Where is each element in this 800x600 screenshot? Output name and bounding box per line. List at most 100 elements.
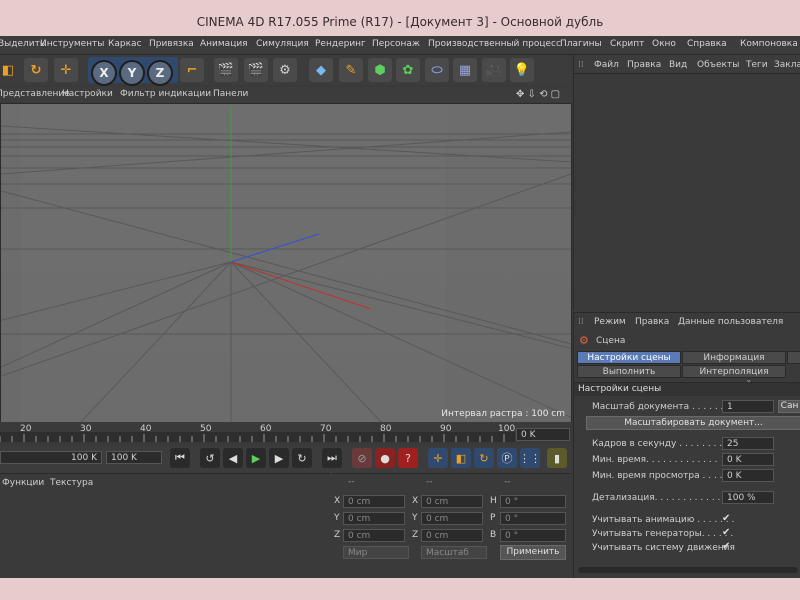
- axis-z-button[interactable]: Z: [147, 60, 173, 86]
- viewport-menu-options[interactable]: Настройки: [62, 89, 113, 99]
- menu-select[interactable]: Выделить: [0, 39, 45, 49]
- section-title: Настройки сцены: [578, 384, 662, 394]
- use-generators-checkbox[interactable]: ✔: [722, 527, 730, 538]
- record-keys-icon[interactable]: ⊘: [352, 448, 372, 468]
- render-settings-icon[interactable]: ⚙: [273, 58, 297, 82]
- timeline-ruler[interactable]: 20 30 40 50 60 70 80 90 100 0 K: [0, 422, 572, 444]
- tab-overflow[interactable]: [787, 351, 800, 364]
- use-motion-checkbox[interactable]: ✔: [722, 541, 730, 552]
- menu-layout[interactable]: Компоновка: [740, 39, 798, 49]
- cloner-icon[interactable]: ✿: [396, 58, 420, 82]
- tab-info[interactable]: Информация: [682, 351, 786, 364]
- use-animation-checkbox[interactable]: ✔: [722, 513, 730, 524]
- keyframe-selection-icon[interactable]: ?: [398, 448, 418, 468]
- menu-simulation[interactable]: Симуляция: [256, 39, 309, 49]
- size-y-field[interactable]: 0 cm: [421, 512, 483, 525]
- min-preview-field[interactable]: 0 K: [722, 469, 774, 482]
- attr-menu-userdata[interactable]: Данные пользователя: [678, 317, 783, 327]
- scheme-settings-icon[interactable]: ▮: [547, 448, 567, 468]
- apply-button[interactable]: Применить: [500, 545, 566, 560]
- floor-object-icon[interactable]: ▦: [453, 58, 477, 82]
- doc-scale-field[interactable]: 1: [722, 400, 774, 413]
- rot-h-field[interactable]: 0 °: [500, 495, 566, 508]
- menu-help[interactable]: Справка: [687, 39, 727, 49]
- objects-menu-edit[interactable]: Правка: [627, 60, 661, 70]
- key-rotation-icon[interactable]: ↻: [474, 448, 494, 468]
- pos-x-field[interactable]: 0 cm: [343, 495, 405, 508]
- rot-b-field[interactable]: 0 °: [500, 529, 566, 542]
- size-z-field[interactable]: 0 cm: [421, 529, 483, 542]
- rot-p-field[interactable]: 0 °: [500, 512, 566, 525]
- axis-x-button[interactable]: X: [91, 60, 117, 86]
- camera-icon[interactable]: 🎥: [482, 58, 506, 82]
- material-menu-functions[interactable]: Функции: [2, 478, 44, 488]
- key-position-icon[interactable]: ✛: [428, 448, 448, 468]
- window-bottom-frame: [0, 578, 800, 600]
- viewport-menu-panels[interactable]: Панели: [213, 89, 248, 99]
- current-frame-field[interactable]: 0 K: [516, 428, 570, 441]
- play-icon[interactable]: ▶: [246, 448, 266, 468]
- autokey-icon[interactable]: ●: [375, 448, 395, 468]
- scene-icon: ⚙: [579, 334, 589, 347]
- menu-mesh[interactable]: Каркас: [108, 39, 142, 49]
- pos-z-field[interactable]: 0 cm: [343, 529, 405, 542]
- cube-object-icon[interactable]: ◆: [309, 58, 333, 82]
- viewport-nav-icons[interactable]: ✥ ⇩ ⟲ ▢: [516, 89, 560, 100]
- deformer-icon[interactable]: ⬭: [425, 58, 449, 82]
- coord-mode-dropdown[interactable]: Мир: [343, 546, 409, 559]
- scale-tool-icon[interactable]: ◧: [0, 58, 20, 82]
- fps-field[interactable]: 25: [722, 437, 774, 450]
- menu-script[interactable]: Скрипт: [610, 39, 644, 49]
- move-tool-icon[interactable]: ✛: [54, 58, 78, 82]
- scale-document-button[interactable]: Масштабировать документ...: [586, 416, 800, 430]
- objects-menu-tags[interactable]: Теги: [746, 60, 768, 70]
- rotate-tool-icon[interactable]: ↻: [24, 58, 48, 82]
- prev-key-icon[interactable]: ↺: [200, 448, 220, 468]
- render-view-icon[interactable]: 🎬: [214, 58, 238, 82]
- goto-start-icon[interactable]: ⏮: [170, 448, 190, 468]
- render-picture-viewer-icon[interactable]: 🎬: [244, 58, 268, 82]
- axis-y-button[interactable]: Y: [119, 60, 145, 86]
- material-menu-texture[interactable]: Текстура: [50, 478, 93, 488]
- viewport-menu-view[interactable]: Представление: [0, 89, 70, 99]
- tab-scene-settings[interactable]: Настройки сцены: [577, 351, 681, 364]
- detail-field[interactable]: 100 %: [722, 491, 774, 504]
- menu-plugins[interactable]: Плагины: [560, 39, 602, 49]
- next-key-icon[interactable]: ↻: [292, 448, 312, 468]
- pos-y-field[interactable]: 0 cm: [343, 512, 405, 525]
- key-parameter-icon[interactable]: Ⓟ: [497, 448, 517, 468]
- light-icon[interactable]: 💡: [510, 58, 534, 82]
- key-pla-icon[interactable]: ⋮⋮: [519, 448, 541, 468]
- menu-render[interactable]: Рендеринг: [315, 39, 366, 49]
- attr-menu-mode[interactable]: Режим: [594, 317, 626, 327]
- objects-menu-bookmarks[interactable]: Заклад: [774, 60, 800, 70]
- objects-menu-objects[interactable]: Объекты: [697, 60, 739, 70]
- 3d-viewport[interactable]: Интервал растра : 100 cm: [0, 103, 572, 423]
- menu-animation[interactable]: Анимация: [200, 39, 248, 49]
- subdivision-surface-icon[interactable]: ⬢: [368, 58, 392, 82]
- animation-end-field[interactable]: 100 K: [106, 451, 162, 464]
- horizontal-scrollbar[interactable]: [578, 567, 798, 573]
- tab-key-interpolation[interactable]: Интерполяция ключей: [682, 365, 786, 390]
- preview-end-field[interactable]: 100 K: [0, 451, 102, 464]
- key-scale-icon[interactable]: ◧: [451, 448, 471, 468]
- tab-execute[interactable]: Выполнить: [577, 365, 681, 378]
- attr-menu-edit[interactable]: Правка: [635, 317, 669, 327]
- viewport-menu-filter[interactable]: Фильтр индикации: [120, 89, 211, 99]
- objects-menu-view[interactable]: Вид: [669, 60, 687, 70]
- menu-character[interactable]: Персонаж: [372, 39, 420, 49]
- menu-tools[interactable]: Инструменты: [40, 39, 104, 49]
- size-x-field[interactable]: 0 cm: [421, 495, 483, 508]
- menu-snap[interactable]: Привязка: [149, 39, 194, 49]
- coordinate-system-icon[interactable]: ⌐: [180, 58, 204, 82]
- doc-scale-unit-dropdown[interactable]: Сан: [778, 400, 800, 413]
- pen-spline-icon[interactable]: ✎: [339, 58, 363, 82]
- min-time-field[interactable]: 0 K: [722, 453, 774, 466]
- prev-frame-icon[interactable]: ◀: [223, 448, 243, 468]
- menu-window[interactable]: Окно: [652, 39, 676, 49]
- next-frame-icon[interactable]: ▶: [269, 448, 289, 468]
- menu-pipeline[interactable]: Производственный процесс: [428, 39, 561, 49]
- goto-end-icon[interactable]: ⏭: [322, 448, 342, 468]
- objects-menu-file[interactable]: Файл: [594, 60, 619, 70]
- size-mode-dropdown[interactable]: Масштаб: [421, 546, 487, 559]
